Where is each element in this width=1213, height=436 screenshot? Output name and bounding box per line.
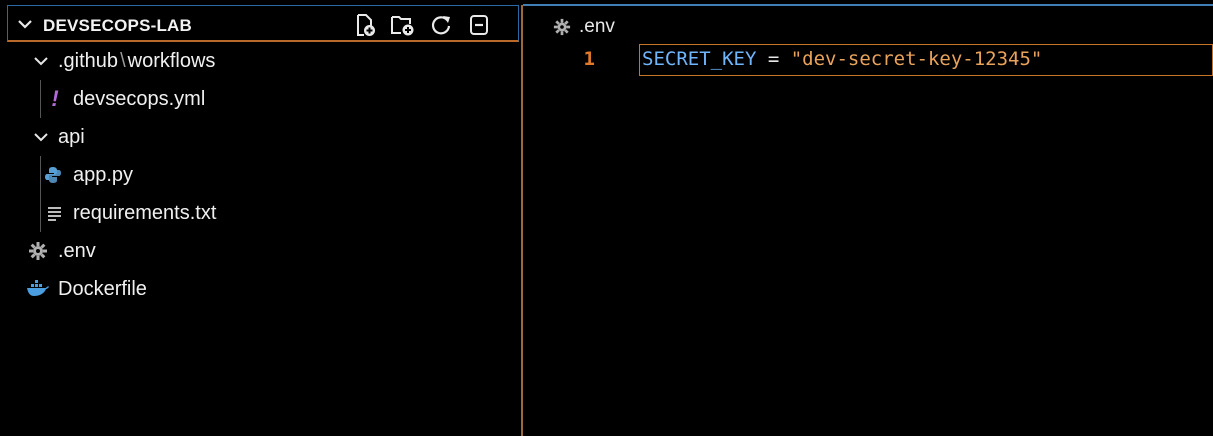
yaml-icon: ! bbox=[51, 86, 59, 111]
tree-file-requirements-txt[interactable]: requirements.txt bbox=[7, 194, 519, 232]
file-label: requirements.txt bbox=[73, 201, 217, 224]
collapse-all-button[interactable] bbox=[464, 12, 494, 38]
collapse-all-icon bbox=[470, 15, 488, 35]
new-folder-icon bbox=[391, 16, 414, 36]
folder-label: .github \ workflows bbox=[58, 49, 216, 72]
tree-file-devsecops-yml[interactable]: ! devsecops.yml bbox=[7, 80, 519, 118]
code-operator: = bbox=[756, 48, 791, 70]
tree-file-dockerfile[interactable]: Dockerfile bbox=[7, 270, 519, 308]
tree-folder-github-workflows[interactable]: .github \ workflows bbox=[7, 42, 519, 80]
code-key: SECRET_KEY bbox=[642, 48, 757, 70]
vscode-window: DEVSECOPS-LAB .github \ workflows ! devs… bbox=[0, 0, 1213, 436]
indent-guide bbox=[40, 194, 41, 232]
tree-file-env[interactable]: .env bbox=[7, 232, 519, 270]
file-label: app.py bbox=[73, 163, 134, 186]
refresh-icon bbox=[431, 16, 451, 35]
tab-env[interactable]: .env bbox=[553, 14, 615, 40]
chevron-down-icon[interactable] bbox=[16, 15, 34, 33]
new-file-icon bbox=[357, 14, 375, 36]
chevron-down-icon bbox=[34, 133, 48, 142]
code-string: "dev-secret-key-12345" bbox=[790, 48, 1043, 70]
editor-top-border bbox=[523, 4, 1213, 6]
refresh-button[interactable] bbox=[426, 12, 456, 38]
file-label: devsecops.yml bbox=[73, 87, 206, 110]
explorer-panel: DEVSECOPS-LAB .github \ workflows ! devs… bbox=[7, 5, 523, 436]
file-tree: .github\workflows ! devsecops.yml api bbox=[7, 42, 519, 308]
indent-guide bbox=[40, 156, 41, 194]
explorer-title: DEVSECOPS-LAB bbox=[43, 16, 193, 35]
indent-guide bbox=[40, 80, 41, 118]
new-file-button[interactable] bbox=[350, 12, 380, 38]
tab-label: .env bbox=[579, 16, 615, 37]
docker-icon bbox=[27, 280, 49, 296]
text-file-icon bbox=[48, 207, 61, 221]
gear-icon bbox=[553, 18, 571, 36]
gear-icon bbox=[29, 242, 47, 260]
tree-file-app-py[interactable]: app.py bbox=[7, 156, 519, 194]
explorer-actions bbox=[350, 12, 494, 38]
chevron-down-icon bbox=[34, 57, 48, 66]
editor-panel: .env 1 SECRET_KEY = "dev-secret-key-1234… bbox=[523, 0, 1213, 436]
explorer-header[interactable]: DEVSECOPS-LAB bbox=[7, 5, 519, 42]
file-label: .env bbox=[58, 239, 96, 262]
tree-folder-api[interactable]: api bbox=[7, 118, 519, 156]
file-label: Dockerfile bbox=[58, 277, 147, 300]
line-number: 1 bbox=[583, 48, 595, 70]
code-line[interactable]: SECRET_KEY = "dev-secret-key-12345" bbox=[642, 48, 1042, 70]
new-folder-button[interactable] bbox=[388, 12, 418, 38]
folder-label: api bbox=[58, 125, 85, 148]
python-icon bbox=[45, 167, 61, 183]
